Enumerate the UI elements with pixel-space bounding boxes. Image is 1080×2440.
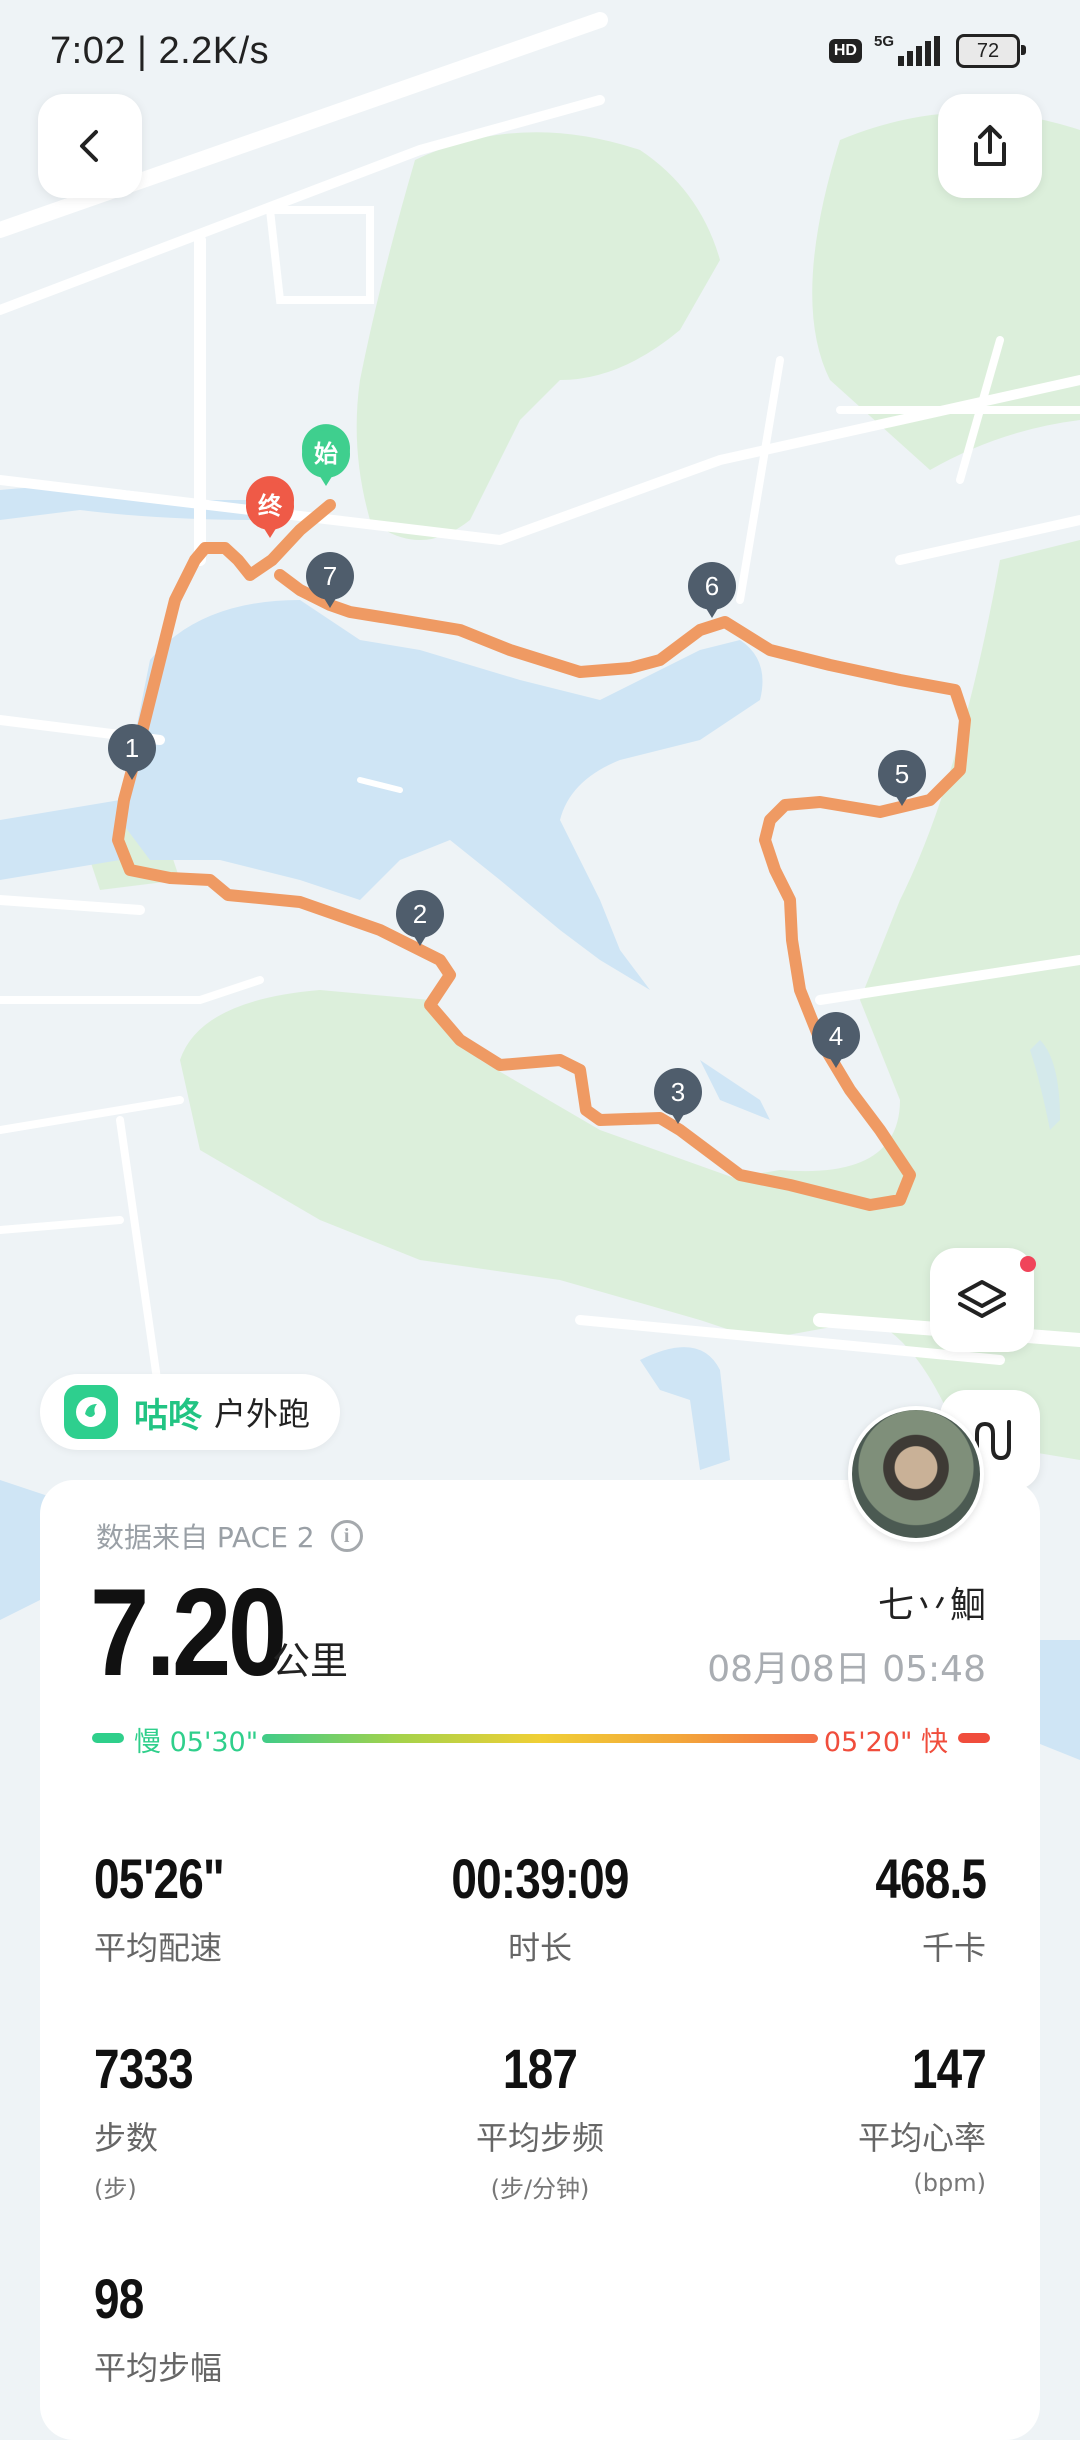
metric-label: 平均配速: [94, 1929, 223, 1967]
svg-text:始: 始: [314, 440, 338, 468]
share-button[interactable]: [938, 94, 1042, 198]
info-icon[interactable]: i: [330, 1520, 363, 1552]
metric-label: 步数: [94, 2119, 159, 2157]
status-time: 7:02 | 2.2K/s: [50, 30, 270, 72]
svg-text:1: 1: [125, 733, 139, 763]
metric-heart-rate: 147 平均心率 (bpm): [857, 2036, 987, 2197]
app-brand-pill: 咕咚 户外跑: [40, 1374, 340, 1450]
notification-dot: [1020, 1256, 1036, 1272]
metric-label: 千卡: [921, 1929, 986, 1967]
metric-cadence: 187 平均步频 (步/分钟): [360, 2036, 720, 2204]
pace-slow-swatch: [92, 1733, 124, 1743]
pace-gradient-bar: [262, 1734, 818, 1743]
svg-text:2: 2: [413, 899, 427, 929]
pace-slow-label: 慢 05'30": [134, 1727, 259, 1758]
layers-icon: [958, 1280, 1006, 1318]
run-datetime: 08月08日 05:48: [707, 1649, 986, 1690]
back-arrow-icon: [80, 130, 98, 162]
svg-text:7: 7: [323, 561, 337, 591]
user-name: 七丷鮰: [877, 1585, 986, 1626]
metric-value: 05'26": [94, 1847, 225, 1910]
metric-avg-pace: 05'26" 平均配速: [94, 1846, 252, 1969]
data-source: 数据来自 PACE 2 i: [96, 1516, 363, 1556]
activity-type: 户外跑: [214, 1395, 311, 1433]
metric-label: 平均心率: [857, 2119, 986, 2157]
metric-value: 187: [502, 2037, 578, 2100]
hd-icon: HD: [828, 39, 862, 63]
battery-icon: 72: [956, 34, 1026, 68]
svg-text:6: 6: [705, 571, 719, 601]
map-layers-button[interactable]: [930, 1248, 1036, 1352]
metric-value: 147: [911, 2037, 987, 2100]
metric-unit: (步/分钟): [490, 2175, 590, 2203]
metric-label: 平均步幅: [94, 2349, 223, 2387]
metric-value: 468.5: [875, 1847, 987, 1910]
avatar[interactable]: [848, 1406, 984, 1542]
pace-fast-label: 05'20" 快: [823, 1727, 948, 1758]
status-bar: 7:02 | 2.2K/s HD 5G 72: [0, 0, 1080, 110]
network-type-label: 5G: [873, 32, 894, 50]
metric-label: 平均步频: [475, 2119, 604, 2157]
share-icon: [974, 125, 1006, 166]
back-button[interactable]: [38, 94, 142, 198]
metric-value: 00:39:09: [451, 1847, 629, 1910]
metric-calories: 468.5 千卡: [851, 1846, 987, 1969]
metric-unit: (步): [94, 2175, 137, 2203]
signal-icon: [898, 36, 940, 66]
pace-fast-swatch: [958, 1733, 990, 1743]
svg-text:4: 4: [829, 1021, 843, 1051]
distance-value: 7.20: [90, 1564, 287, 1702]
metric-duration: 00:39:09 时长: [360, 1846, 720, 1969]
metric-stride: 98 平均步幅: [94, 2266, 222, 2389]
metric-label: 时长: [507, 1929, 572, 1967]
distance-unit: 公里: [272, 1639, 349, 1683]
avatar-image: [852, 1410, 980, 1538]
svg-text:5: 5: [895, 759, 909, 789]
battery-level: 72: [976, 39, 1000, 62]
metric-unit: (bpm): [913, 2169, 986, 2197]
metric-value: 7333: [94, 2037, 194, 2100]
svg-text:终: 终: [258, 492, 283, 520]
metric-steps: 7333 步数 (步): [94, 2036, 215, 2204]
codoon-logo-icon: [64, 1385, 118, 1439]
brand-name: 咕咚: [134, 1395, 202, 1436]
data-source-text: 数据来自 PACE 2: [96, 1521, 315, 1554]
status-icons: HD 5G 72: [828, 32, 1026, 68]
svg-text:3: 3: [671, 1077, 685, 1107]
metric-value: 98: [94, 2267, 144, 2330]
pace-legend: 慢 05'30" 05'20" 快: [92, 1718, 990, 1758]
